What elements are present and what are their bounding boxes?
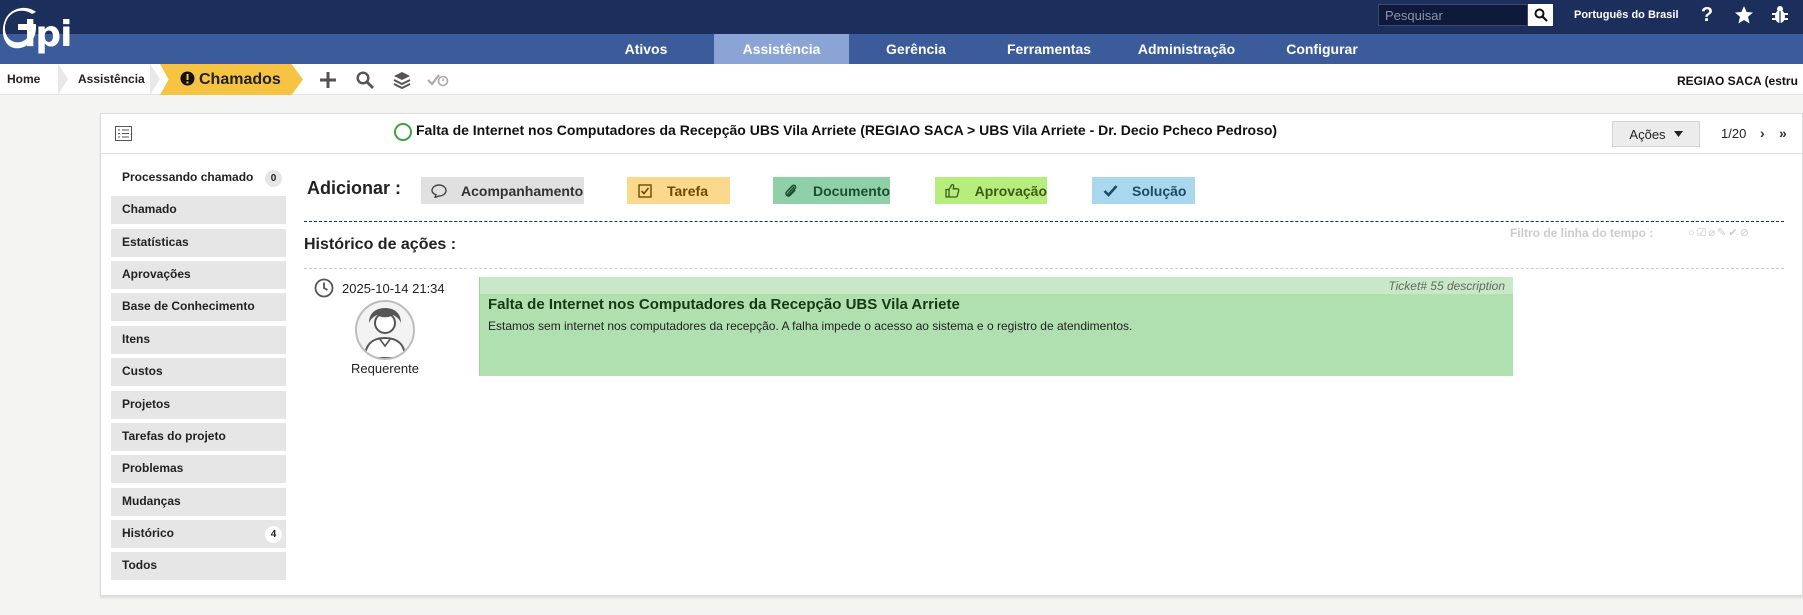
glpi-logo[interactable]: lpi <box>2 2 97 60</box>
tab-count: 0 <box>265 170 282 187</box>
menu-item-administracao[interactable]: Administração <box>1128 34 1245 64</box>
tab-itens[interactable]: Itens <box>111 326 286 355</box>
ticket-header: Falta de Internet nos Computadores da Re… <box>101 114 1802 154</box>
add-task-label: Tarefa <box>667 182 708 199</box>
logo-text: lpi <box>24 14 72 55</box>
filter-solution-icon[interactable]: ✔ <box>1728 227 1739 239</box>
timeline-text: Estamos sem internet nos computadores da… <box>488 319 1133 333</box>
tab-count: 4 <box>265 526 282 543</box>
avatar <box>355 300 415 360</box>
timeline-filter[interactable]: ○☑⌀✎✔⊘ <box>1688 226 1751 239</box>
tab-projetos[interactable]: Projetos <box>111 391 286 420</box>
tab-base-de-conhecimento[interactable]: Base de Conhecimento <box>111 293 286 322</box>
add-followup-button[interactable]: Acompanhamento <box>421 177 584 204</box>
ticket-panel: Falta de Internet nos Computadores da Re… <box>100 113 1803 596</box>
divider <box>304 221 1784 222</box>
user-avatar-icon <box>363 308 407 358</box>
next-icon[interactable]: › <box>1760 125 1765 141</box>
timeline-filter-label: Filtro de linha do tempo : <box>1510 226 1654 240</box>
ticket-title: Falta de Internet nos Computadores da Re… <box>416 122 1278 138</box>
timeline-title: Falta de Internet nos Computadores da Re… <box>488 296 960 313</box>
add-followup-label: Acompanhamento <box>461 182 584 199</box>
filter-followup-icon[interactable]: ○ <box>1688 227 1697 239</box>
history-title: Histórico de ações : <box>304 236 457 253</box>
breadcrumb-chamados[interactable]: Chamados <box>180 64 281 95</box>
timeline-role: Requerente <box>351 361 419 376</box>
search-input[interactable] <box>1378 4 1528 26</box>
checkbox-icon <box>638 183 652 198</box>
menu-item-ativos[interactable]: Ativos <box>611 34 681 64</box>
breadcrumb-assistencia[interactable]: Assistência <box>78 64 145 95</box>
add-approval-label: Aprovação <box>974 182 1047 199</box>
tab-tarefas-do-projeto[interactable]: Tarefas do projeto <box>111 423 286 452</box>
breadcrumb: Home Assistência Chamados <box>0 64 1803 95</box>
caret-down-icon <box>1673 131 1683 137</box>
tab-problemas[interactable]: Problemas <box>111 455 286 484</box>
menu-item-gerencia[interactable]: Gerência <box>870 34 962 64</box>
timeline-date: 2025-10-14 21:34 <box>342 281 445 296</box>
status-new-icon <box>394 123 412 141</box>
tab-label: Processando chamado <box>122 170 254 184</box>
filter-approval-icon[interactable]: ✎ <box>1717 227 1728 239</box>
ticket-reference: Ticket# 55 description <box>1388 279 1505 293</box>
add-document-button[interactable]: Documento <box>773 177 890 204</box>
tab-chamado[interactable]: Chamado <box>111 196 286 225</box>
check-icon <box>1103 185 1117 197</box>
filter-log-icon[interactable]: ⊘ <box>1740 227 1751 239</box>
clock-icon <box>314 278 334 298</box>
filter-task-icon[interactable]: ☑ <box>1697 227 1709 239</box>
ticket-pager: 1/20 <box>1721 126 1747 141</box>
menu-item-ferramentas[interactable]: Ferramentas <box>993 34 1105 64</box>
add-task-button[interactable]: Tarefa <box>627 177 730 204</box>
menu-item-configurar[interactable]: Configurar <box>1272 34 1372 64</box>
help-icon[interactable]: ? <box>1695 3 1719 27</box>
tab-aprovacoes[interactable]: Aprovações <box>111 261 286 290</box>
tab-todos[interactable]: Todos <box>111 552 286 581</box>
add-solution-label: Solução <box>1132 182 1187 199</box>
search-icon <box>1534 8 1548 22</box>
add-icon[interactable] <box>317 70 339 90</box>
divider <box>304 268 1784 269</box>
comment-icon <box>431 183 447 198</box>
tab-historico[interactable]: Histórico 4 <box>111 520 286 549</box>
search-icon[interactable] <box>354 70 376 90</box>
add-label: Adicionar : <box>307 178 402 198</box>
filter-document-icon[interactable]: ⌀ <box>1709 227 1718 239</box>
tab-label: Histórico <box>122 526 175 540</box>
breadcrumb-home[interactable]: Home <box>7 64 40 95</box>
bug-icon[interactable] <box>1768 3 1792 27</box>
menu-item-assistencia[interactable]: Assistência <box>714 34 849 64</box>
tab-custos[interactable]: Custos <box>111 358 286 387</box>
last-icon[interactable]: » <box>1779 125 1787 141</box>
timeline-description-header: Ticket# 55 description <box>480 277 1513 294</box>
breadcrumb-separator <box>58 64 68 95</box>
thumbs-up-icon <box>945 183 960 198</box>
star-icon[interactable] <box>1732 3 1756 27</box>
add-solution-button[interactable]: Solução <box>1092 177 1195 204</box>
timeline-description: Ticket# 55 description Falta de Internet… <box>479 277 1513 376</box>
search-button[interactable] <box>1528 4 1553 26</box>
paperclip-icon <box>785 183 797 197</box>
actions-dropdown[interactable]: Ações <box>1612 121 1700 147</box>
alert-icon <box>180 71 195 86</box>
tab-processando-chamado[interactable]: Processando chamado 0 <box>111 164 286 193</box>
add-approval-button[interactable]: Aprovação <box>935 177 1047 204</box>
breadcrumb-chamados-label: Chamados <box>199 71 281 88</box>
main-menu: Ativos Assistência Gerência Ferramentas … <box>0 34 1803 64</box>
language-selector[interactable]: Português do Brasil <box>1574 9 1679 21</box>
tab-estatisticas[interactable]: Estatísticas <box>111 229 286 258</box>
breadcrumb-separator <box>150 64 160 95</box>
layers-icon[interactable] <box>391 70 413 90</box>
list-icon[interactable] <box>115 126 132 146</box>
tab-mudancas[interactable]: Mudanças <box>111 488 286 517</box>
actions-label: Ações <box>1629 126 1666 142</box>
entity-selector[interactable]: REGIAO SACA (estru <box>1677 74 1798 88</box>
add-document-label: Documento <box>813 182 890 199</box>
check-time-icon[interactable] <box>427 70 449 90</box>
